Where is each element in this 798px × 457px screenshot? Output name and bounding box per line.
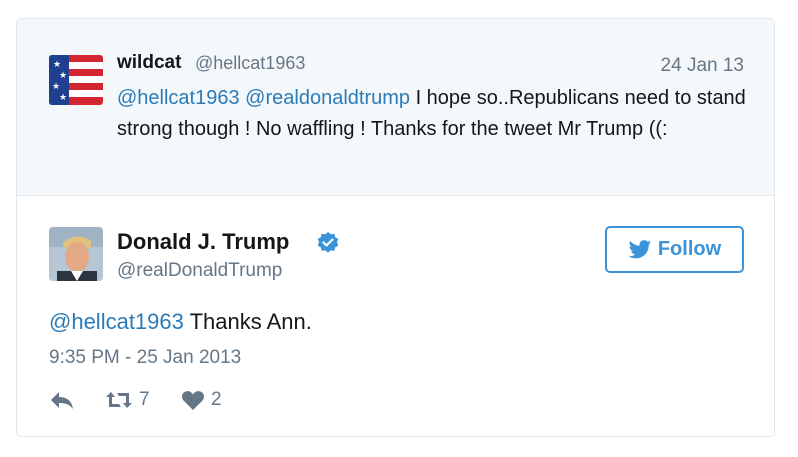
retweet-count: 7 — [139, 389, 150, 410]
reply-button[interactable] — [49, 389, 75, 411]
svg-text:★: ★ — [52, 82, 60, 92]
reply-icon — [51, 392, 73, 409]
tweet-embed-card: ★ ★ ★ ★ wildcat @hellcat1963 24 Jan 13 @… — [16, 18, 775, 437]
follow-button[interactable]: Follow — [605, 226, 744, 273]
quoted-tweet-date[interactable]: 24 Jan 13 — [661, 55, 744, 77]
verified-badge-icon — [316, 231, 340, 255]
tweet-timestamp[interactable]: 9:35 PM - 25 Jan 2013 — [49, 347, 241, 369]
svg-text:★: ★ — [59, 93, 67, 103]
tweet-text: @hellcat1963 Thanks Ann. — [49, 309, 312, 335]
mention-link[interactable]: @hellcat1963 — [49, 309, 184, 334]
mention-link[interactable]: @hellcat1963 — [117, 87, 240, 109]
retweet-button[interactable]: 7 — [105, 389, 150, 411]
quoted-tweet-text: @hellcat1963 @realdonaldtrump I hope so.… — [117, 83, 747, 145]
like-button[interactable]: 2 — [181, 389, 222, 411]
author-handle[interactable]: @realDonaldTrump — [117, 260, 282, 282]
mention-link[interactable]: @realdonaldtrump — [245, 87, 410, 109]
avatar[interactable] — [49, 227, 103, 281]
quoted-author-name[interactable]: wildcat — [117, 52, 181, 74]
twitter-bird-icon — [628, 239, 651, 258]
us-flag-avatar[interactable]: ★ ★ ★ ★ — [49, 55, 103, 105]
quoted-author-handle[interactable]: @hellcat1963 — [195, 53, 305, 74]
tweet-body: Thanks Ann. — [183, 309, 312, 334]
tweet-actions: 7 2 — [49, 389, 349, 415]
author-name[interactable]: Donald J. Trump — [117, 229, 289, 255]
like-count: 2 — [211, 389, 222, 410]
svg-text:★: ★ — [53, 60, 61, 70]
svg-text:★: ★ — [59, 71, 67, 81]
heart-icon — [181, 391, 205, 410]
quoted-tweet[interactable]: ★ ★ ★ ★ wildcat @hellcat1963 24 Jan 13 @… — [17, 19, 774, 196]
retweet-icon — [106, 392, 132, 408]
follow-button-label: Follow — [657, 238, 722, 260]
